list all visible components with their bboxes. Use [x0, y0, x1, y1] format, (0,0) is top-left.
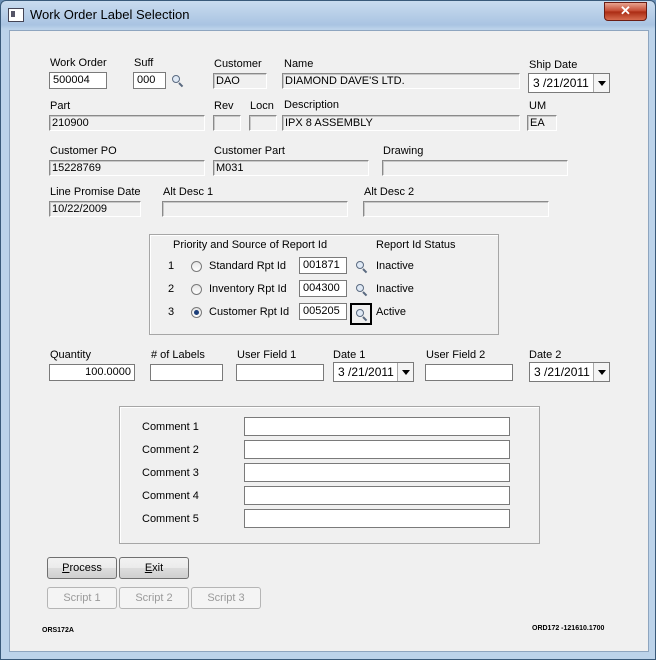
- locn-label: Locn: [250, 100, 274, 112]
- rev-label: Rev: [214, 100, 234, 112]
- priority-number-2: 2: [168, 283, 175, 295]
- inventory-rpt-radio[interactable]: [191, 284, 202, 295]
- user-field-1-input[interactable]: [236, 364, 324, 381]
- date-1-select[interactable]: 3 /21/2011: [333, 362, 414, 382]
- ship-date-select[interactable]: 3 /21/2011: [528, 73, 610, 93]
- inventory-rpt-label: Inventory Rpt Id: [209, 283, 287, 295]
- rev-field: [213, 115, 241, 131]
- labels-count-input[interactable]: [150, 364, 223, 381]
- comment-2-label: Comment 2: [142, 444, 199, 456]
- part-field: 210900: [49, 115, 205, 131]
- standard-rpt-radio[interactable]: [191, 261, 202, 272]
- customer-po-label: Customer PO: [50, 145, 117, 157]
- customer-field: DAO: [213, 73, 267, 89]
- chevron-down-icon[interactable]: [593, 363, 609, 381]
- user-field-1-label: User Field 1: [237, 349, 297, 361]
- comment-2-input[interactable]: [244, 440, 510, 459]
- part-label: Part: [50, 100, 71, 112]
- um-label: UM: [529, 100, 547, 112]
- inventory-rpt-input[interactable]: 004300: [299, 280, 347, 297]
- description-field: IPX 8 ASSEMBLY: [282, 115, 520, 131]
- title-bar: Work Order Label Selection ✕: [1, 1, 655, 28]
- priority-number-1: 1: [168, 260, 175, 272]
- ship-date-value: 3 /21/2011: [533, 76, 589, 90]
- comment-4-label: Comment 4: [142, 490, 199, 502]
- quantity-input[interactable]: 100.0000: [49, 364, 135, 381]
- date-2-value: 3 /21/2011: [534, 365, 590, 379]
- customer-po-field: 15228769: [49, 160, 205, 176]
- customer-part-field: M031: [213, 160, 369, 176]
- drawing-field: [382, 160, 568, 176]
- user-field-2-label: User Field 2: [426, 349, 486, 361]
- priority-number-3: 3: [168, 306, 175, 318]
- customer-rpt-search-button[interactable]: [350, 303, 372, 325]
- form-code-right: ORD172 -121610.1700: [532, 625, 605, 632]
- standard-rpt-search-icon[interactable]: [355, 260, 369, 274]
- suff-label: Suff: [134, 57, 154, 69]
- inventory-rpt-status: Inactive: [376, 283, 414, 295]
- chevron-down-icon[interactable]: [397, 363, 413, 381]
- script-2-button[interactable]: Script 2: [119, 587, 189, 609]
- customer-rpt-label: Customer Rpt Id: [209, 306, 290, 318]
- window-title: Work Order Label Selection: [30, 7, 190, 22]
- exit-button[interactable]: Exit: [119, 557, 189, 579]
- app-icon: [8, 8, 24, 22]
- labels-count-label: # of Labels: [151, 349, 205, 361]
- line-promise-date-field: 10/22/2009: [49, 201, 141, 217]
- customer-rpt-input[interactable]: 005205: [299, 303, 347, 320]
- inventory-rpt-search-icon[interactable]: [355, 283, 369, 297]
- standard-rpt-label: Standard Rpt Id: [209, 260, 287, 272]
- standard-rpt-input[interactable]: 001871: [299, 257, 347, 274]
- alt-desc-2-field: [363, 201, 549, 217]
- date-1-label: Date 1: [333, 349, 366, 361]
- process-button[interactable]: Process: [47, 557, 117, 579]
- comment-4-input[interactable]: [244, 486, 510, 505]
- standard-rpt-status: Inactive: [376, 260, 414, 272]
- comment-3-label: Comment 3: [142, 467, 199, 479]
- drawing-label: Drawing: [383, 145, 424, 157]
- customer-rpt-radio[interactable]: [191, 307, 202, 318]
- form-code-left: ORS172A: [42, 627, 74, 634]
- priority-header: Priority and Source of Report Id: [173, 239, 328, 251]
- form-area: Work Order 500004 Suff 000 Customer DAO …: [9, 30, 649, 652]
- um-field: EA: [527, 115, 557, 131]
- close-button[interactable]: ✕: [604, 2, 647, 21]
- user-field-2-input[interactable]: [425, 364, 513, 381]
- window: Work Order Label Selection ✕ Work Order …: [0, 0, 656, 660]
- search-icon: [355, 308, 369, 322]
- date-1-value: 3 /21/2011: [338, 365, 394, 379]
- line-promise-date-label: Line Promise Date: [50, 186, 141, 198]
- comment-5-label: Comment 5: [142, 513, 199, 525]
- alt-desc-2-label: Alt Desc 2: [364, 186, 415, 198]
- locn-field: [249, 115, 277, 131]
- customer-part-label: Customer Part: [214, 145, 285, 157]
- customer-rpt-status: Active: [376, 306, 406, 318]
- chevron-down-icon[interactable]: [593, 74, 609, 92]
- date-2-select[interactable]: 3 /21/2011: [529, 362, 610, 382]
- report-status-header: Report Id Status: [376, 239, 456, 251]
- comment-1-input[interactable]: [244, 417, 510, 436]
- comment-5-input[interactable]: [244, 509, 510, 528]
- suff-input[interactable]: 000: [133, 72, 166, 89]
- script-1-button[interactable]: Script 1: [47, 587, 117, 609]
- work-order-label: Work Order: [50, 57, 107, 69]
- work-order-input[interactable]: 500004: [49, 72, 107, 89]
- script-3-button[interactable]: Script 3: [191, 587, 261, 609]
- quantity-label: Quantity: [50, 349, 91, 361]
- alt-desc-1-label: Alt Desc 1: [163, 186, 214, 198]
- comment-1-label: Comment 1: [142, 421, 199, 433]
- comment-3-input[interactable]: [244, 463, 510, 482]
- description-label: Description: [284, 99, 340, 111]
- name-field: DIAMOND DAVE'S LTD.: [282, 73, 520, 89]
- alt-desc-1-field: [162, 201, 348, 217]
- suff-search-icon[interactable]: [171, 74, 185, 88]
- ship-date-label: Ship Date: [529, 59, 578, 71]
- customer-label: Customer: [214, 58, 262, 70]
- name-label: Name: [284, 58, 314, 70]
- date-2-label: Date 2: [529, 349, 562, 361]
